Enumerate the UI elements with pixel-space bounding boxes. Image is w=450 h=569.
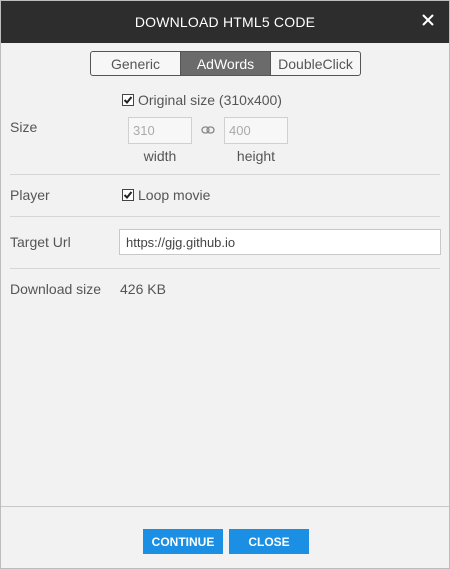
download-dialog: DOWNLOAD HTML5 CODE Generic AdWords Doub… bbox=[0, 0, 450, 569]
target-url-input[interactable] bbox=[119, 229, 441, 255]
download-size-value: 426 KB bbox=[120, 281, 166, 297]
loop-movie-label: Loop movie bbox=[138, 187, 211, 203]
player-label: Player bbox=[10, 187, 50, 203]
divider bbox=[10, 268, 440, 269]
checkbox-checked-icon[interactable] bbox=[122, 189, 134, 201]
size-label: Size bbox=[10, 119, 38, 135]
checkbox-checked-icon[interactable] bbox=[122, 94, 134, 106]
tab-adwords[interactable]: AdWords bbox=[181, 52, 271, 75]
original-size-checkbox-row[interactable]: Original size (310x400) bbox=[122, 92, 282, 108]
width-label: width bbox=[143, 148, 177, 164]
close-icon[interactable] bbox=[419, 11, 437, 29]
close-button[interactable]: CLOSE bbox=[229, 529, 309, 554]
dialog-titlebar: DOWNLOAD HTML5 CODE bbox=[1, 1, 449, 43]
loop-movie-checkbox-row[interactable]: Loop movie bbox=[122, 187, 210, 203]
height-label: height bbox=[236, 148, 276, 164]
divider bbox=[10, 216, 440, 217]
width-input[interactable] bbox=[128, 117, 192, 144]
link-icon bbox=[201, 126, 215, 134]
download-size-label: Download size bbox=[10, 281, 102, 297]
format-tabs: Generic AdWords DoubleClick bbox=[90, 51, 361, 76]
dialog-title: DOWNLOAD HTML5 CODE bbox=[134, 14, 316, 30]
footer-divider bbox=[1, 506, 449, 507]
continue-button[interactable]: CONTINUE bbox=[143, 529, 223, 554]
original-size-label: Original size (310x400) bbox=[138, 92, 282, 108]
target-url-label: Target Url bbox=[10, 234, 71, 250]
tab-generic[interactable]: Generic bbox=[91, 52, 181, 75]
divider bbox=[10, 174, 440, 175]
height-input[interactable] bbox=[224, 117, 288, 144]
tab-doubleclick[interactable]: DoubleClick bbox=[271, 52, 360, 75]
